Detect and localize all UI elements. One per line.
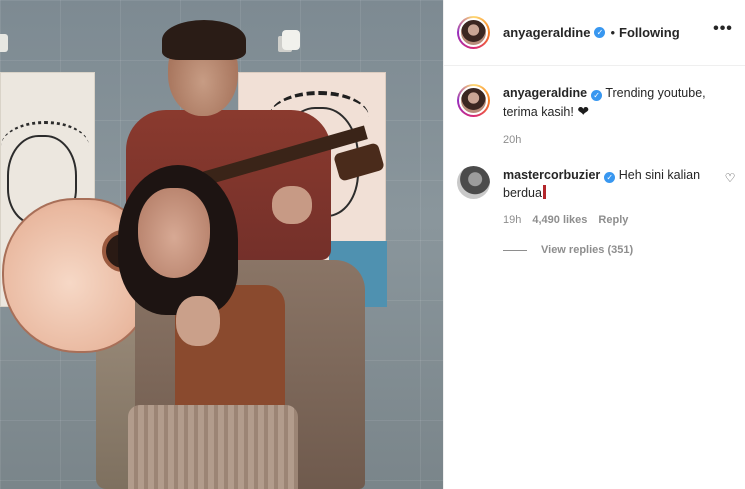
comment: mastercorbuzier ✓ Heh sini kalian berdua … (457, 166, 737, 202)
post-photo[interactable] (0, 0, 443, 489)
woman-hand (176, 296, 220, 346)
comment-text: mastercorbuzier ✓ Heh sini kalian berdua (503, 166, 713, 202)
author-avatar[interactable] (457, 16, 490, 49)
reply-button[interactable]: Reply (598, 214, 628, 226)
post-side-panel: anyageraldine ✓ • Following ••• anyagera… (444, 0, 745, 489)
header-separator: • (610, 25, 615, 40)
wall-lamp-left (0, 34, 8, 52)
view-replies-label: View replies (351) (541, 244, 634, 256)
woman-skirt (128, 405, 298, 489)
more-options-icon[interactable]: ••• (712, 21, 734, 42)
replies-line (503, 249, 527, 251)
woman-face (138, 188, 210, 278)
post-header: anyageraldine ✓ • Following ••• (444, 0, 745, 66)
view-replies-button[interactable]: View replies (351) (503, 244, 633, 256)
man-hand (272, 186, 312, 224)
comment-timestamp[interactable]: 19h (503, 214, 521, 226)
caption-avatar[interactable] (457, 84, 490, 117)
man-hair (162, 20, 246, 60)
caption-username[interactable]: anyageraldine (503, 86, 587, 100)
heart-outline-icon[interactable]: ♡ (723, 171, 737, 185)
following-button[interactable]: Following (619, 25, 680, 40)
verified-badge-icon: ✓ (604, 172, 616, 183)
comment-username[interactable]: mastercorbuzier (503, 168, 600, 182)
caption-text: anyageraldine ✓ Trending youtube, terima … (503, 84, 728, 121)
cursor-mark (542, 185, 546, 199)
comment-likes[interactable]: 4,490 likes (532, 214, 587, 226)
commenter-avatar[interactable] (457, 166, 490, 199)
comment-meta: 19h 4,490 likes Reply (503, 214, 628, 226)
wall-lamp-right (282, 30, 300, 50)
author-username[interactable]: anyageraldine (503, 25, 590, 40)
caption-timestamp[interactable]: 20h (503, 134, 521, 146)
caption: anyageraldine ✓ Trending youtube, terima … (457, 84, 737, 121)
black-heart-emoji-icon: ❤ (577, 103, 590, 119)
verified-badge-icon: ✓ (591, 90, 603, 101)
verified-badge-icon: ✓ (594, 27, 606, 38)
